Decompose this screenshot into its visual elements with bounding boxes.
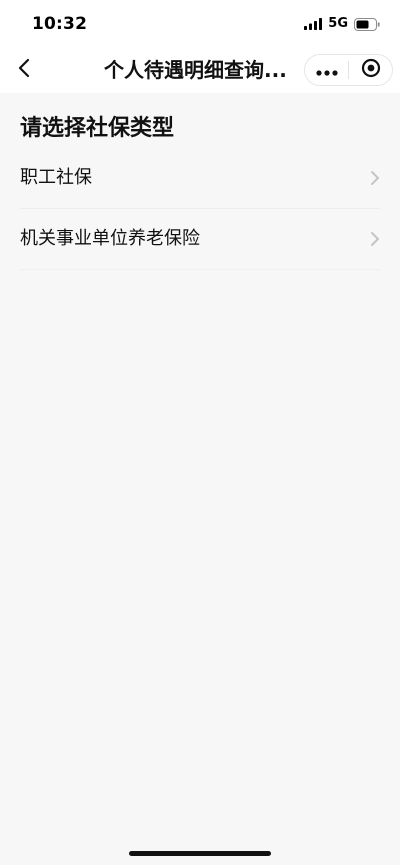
option-institution-pension-insurance[interactable]: 机关事业单位养老保险 xyxy=(20,209,380,270)
battery-icon xyxy=(354,17,380,31)
status-time: 10:32 xyxy=(32,14,88,34)
signal-icon xyxy=(304,18,323,30)
home-indicator xyxy=(129,851,271,856)
network-label: 5G xyxy=(328,16,348,31)
status-bar: 10:32 5G xyxy=(0,0,400,48)
chevron-right-icon xyxy=(370,170,380,186)
section-title: 请选择社保类型 xyxy=(20,116,175,141)
nav-bar: 个人待遇明细查询... xyxy=(0,48,400,93)
option-employee-social-security[interactable]: 职工社保 xyxy=(20,148,380,209)
target-circle-icon xyxy=(361,58,381,82)
option-label: 职工社保 xyxy=(20,167,92,188)
page-title: 个人待遇明细查询... xyxy=(104,58,287,82)
back-button[interactable] xyxy=(12,58,36,82)
status-icons: 5G xyxy=(304,16,380,32)
more-button[interactable] xyxy=(305,55,348,85)
social-security-type-list: 职工社保 机关事业单位养老保险 xyxy=(20,148,380,270)
miniprogram-capsule xyxy=(304,54,393,86)
close-miniprogram-button[interactable] xyxy=(349,55,392,85)
option-label: 机关事业单位养老保险 xyxy=(20,228,200,249)
chevron-right-icon xyxy=(370,231,380,247)
more-dots-icon xyxy=(315,61,338,80)
chevron-left-icon xyxy=(17,58,31,82)
